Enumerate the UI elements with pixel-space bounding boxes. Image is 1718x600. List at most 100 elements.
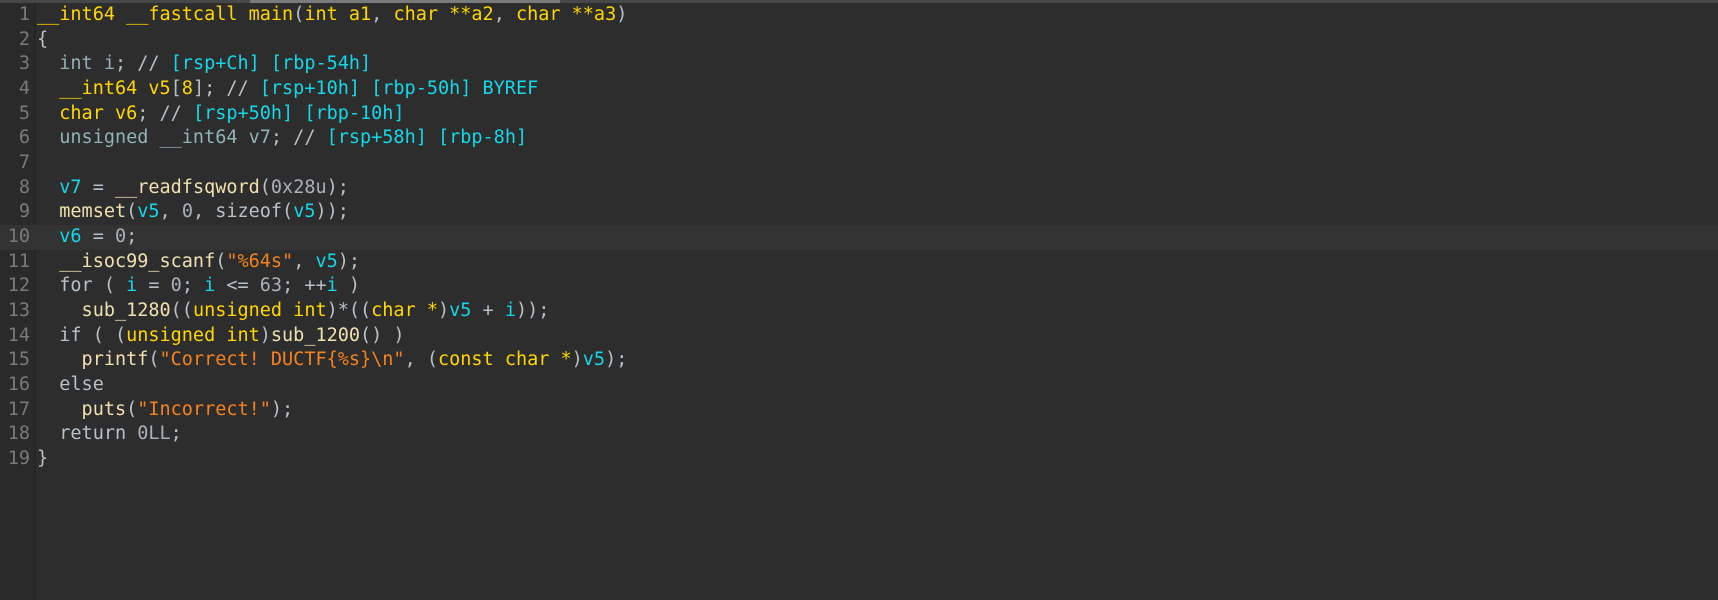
code-token[interactable]: ) (338, 275, 360, 296)
code-token[interactable]: i (505, 300, 516, 321)
code-line[interactable]: 17 puts("Incorrect!"); (0, 398, 1718, 423)
code-text[interactable]: } (37, 447, 48, 472)
code-token[interactable]: char v6 (37, 103, 137, 124)
code-line[interactable]: 2{ (0, 28, 1718, 53)
code-token[interactable]: , ( (405, 349, 438, 370)
code-token[interactable]: ; // (115, 53, 171, 74)
code-token[interactable]: = (82, 177, 115, 198)
code-token[interactable]: ; (126, 226, 137, 247)
code-text[interactable]: puts("Incorrect!"); (37, 398, 294, 423)
code-token[interactable]: ( (293, 4, 304, 25)
code-line[interactable]: 13 sub_1280((unsigned int)*((char *)v5 +… (0, 299, 1718, 324)
code-line[interactable]: 3 int i; // [rsp+Ch] [rbp-54h] (0, 52, 1718, 77)
code-token[interactable]: } (37, 448, 48, 469)
code-token[interactable]: __isoc99_scanf (37, 251, 215, 272)
code-text[interactable]: __int64 v5[8]; // [rsp+10h] [rbp-50h] BY… (37, 77, 538, 102)
code-token[interactable]: ); (327, 177, 349, 198)
code-token[interactable]: ; // (271, 127, 327, 148)
code-token[interactable]: __int64 v5 (37, 78, 170, 99)
code-text[interactable]: if ( (unsigned int)sub_1200() ) (37, 324, 405, 349)
code-token[interactable]: v5 (137, 201, 159, 222)
code-token[interactable]: <= (215, 275, 260, 296)
code-token[interactable]: v5 (583, 349, 605, 370)
code-token[interactable]: ( (260, 177, 271, 198)
code-line[interactable]: 7 (0, 151, 1718, 176)
code-token[interactable]: , sizeof( (193, 201, 293, 222)
code-token[interactable]: [rsp+58h] [rbp-8h] (327, 127, 527, 148)
code-text[interactable]: v6 = 0; (37, 225, 137, 250)
code-token[interactable]: int i (37, 53, 115, 74)
code-text[interactable]: __isoc99_scanf("%64s", v5); (37, 250, 360, 275)
code-token[interactable]: 0LL (137, 423, 170, 444)
code-token[interactable]: int a1 (304, 4, 371, 25)
code-token[interactable]: ); (271, 399, 293, 420)
code-token[interactable]: [rsp+50h] [rbp-10h] (193, 103, 405, 124)
code-token[interactable]: )); (516, 300, 549, 321)
code-token[interactable]: unsigned __int64 v7 (37, 127, 271, 148)
code-token[interactable]: "%64s" (226, 251, 293, 272)
code-token[interactable]: , (160, 201, 182, 222)
pseudocode-view[interactable]: 1 __int64 __fastcall main(int a1, char **… (0, 3, 1718, 471)
code-token[interactable]: , (293, 251, 315, 272)
code-token[interactable]: (( (171, 300, 193, 321)
code-token[interactable]: __int64 __fastcall main (37, 4, 293, 25)
code-token[interactable]: puts (37, 399, 127, 420)
code-token[interactable]: i (204, 275, 215, 296)
code-token[interactable]: + (471, 300, 504, 321)
code-token[interactable]: () ) (360, 325, 405, 346)
code-token[interactable]: 0x28u (271, 177, 327, 198)
code-text[interactable]: memset(v5, 0, sizeof(v5)); (37, 200, 349, 225)
code-token[interactable]: v7 (37, 177, 81, 198)
code-text[interactable]: __int64 __fastcall main(int a1, char **a… (37, 3, 627, 28)
code-token[interactable]: if ( ( (37, 325, 126, 346)
code-token[interactable]: 63 (260, 275, 282, 296)
code-token[interactable]: char * (371, 300, 438, 321)
code-token[interactable]: 8 (182, 78, 193, 99)
code-token[interactable]: memset (37, 201, 126, 222)
code-token[interactable]: unsigned int (193, 300, 327, 321)
code-token[interactable]: [rsp+Ch] [rbp-54h] (171, 53, 371, 74)
code-token[interactable]: ; ++ (282, 275, 327, 296)
code-token[interactable]: , (494, 4, 516, 25)
code-token[interactable]: )); (315, 201, 348, 222)
code-token[interactable]: ( (148, 349, 159, 370)
code-token[interactable]: 0 (171, 275, 182, 296)
code-token[interactable]: "Incorrect!" (137, 399, 271, 420)
code-token[interactable]: i (327, 275, 338, 296)
code-token[interactable]: ( (126, 399, 137, 420)
code-token[interactable]: unsigned int (126, 325, 260, 346)
code-token[interactable]: else (37, 374, 104, 395)
code-token[interactable]: __readfsqword (115, 177, 260, 198)
code-token[interactable]: return (37, 423, 137, 444)
code-line[interactable]: 9 memset(v5, 0, sizeof(v5)); (0, 200, 1718, 225)
code-token[interactable]: ; (182, 275, 204, 296)
code-text[interactable]: else (37, 373, 104, 398)
code-text[interactable]: sub_1280((unsigned int)*((char *)v5 + i)… (37, 299, 550, 324)
code-token[interactable]: ) (616, 4, 627, 25)
code-line[interactable]: 10 v6 = 0; (0, 224, 1718, 250)
code-line[interactable]: 5 char v6; // [rsp+50h] [rbp-10h] (0, 102, 1718, 127)
code-token[interactable]: ; (171, 423, 182, 444)
code-text[interactable]: { (37, 28, 48, 53)
code-token[interactable]: i (126, 275, 137, 296)
code-line[interactable]: 1 __int64 __fastcall main(int a1, char **… (0, 3, 1718, 28)
code-text[interactable]: return 0LL; (37, 422, 182, 447)
code-token[interactable]: 0 (115, 226, 126, 247)
code-token[interactable]: ( (126, 201, 137, 222)
code-text[interactable]: v7 = __readfsqword(0x28u); (37, 176, 349, 201)
code-token[interactable]: char **a3 (516, 4, 616, 25)
code-token[interactable]: v5 (293, 201, 315, 222)
code-text[interactable]: unsigned __int64 v7; // [rsp+58h] [rbp-8… (37, 126, 527, 151)
code-token[interactable]: ( (215, 251, 226, 272)
code-line[interactable]: 14 if ( (unsigned int)sub_1200() ) (0, 324, 1718, 349)
code-line[interactable]: 16 else (0, 373, 1718, 398)
code-text[interactable]: printf("Correct! DUCTF{%s}\n", (const ch… (37, 348, 628, 373)
code-token[interactable]: v5 (449, 300, 471, 321)
code-token[interactable]: [rsp+10h] [rbp-50h] BYREF (260, 78, 538, 99)
code-token[interactable]: ) (260, 325, 271, 346)
code-line[interactable]: 15 printf("Correct! DUCTF{%s}\n", (const… (0, 348, 1718, 373)
code-text[interactable]: for ( i = 0; i <= 63; ++i ) (37, 274, 360, 299)
code-line[interactable]: 8 v7 = __readfsqword(0x28u); (0, 176, 1718, 201)
code-text[interactable]: char v6; // [rsp+50h] [rbp-10h] (37, 102, 405, 127)
code-token[interactable]: printf (37, 349, 149, 370)
